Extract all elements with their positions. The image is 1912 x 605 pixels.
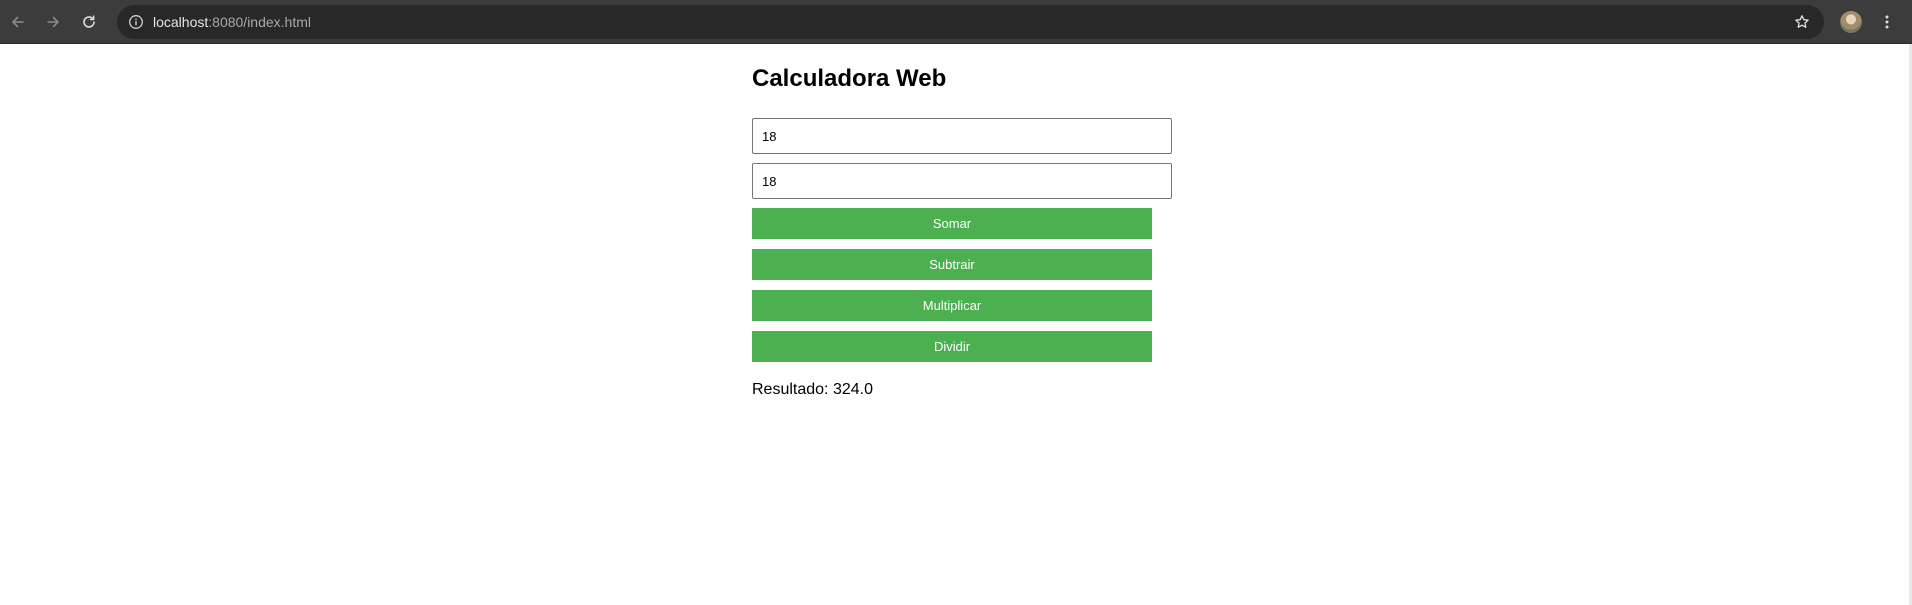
number-input-1[interactable] — [752, 118, 1172, 154]
url-text[interactable]: localhost:8080/index.html — [153, 5, 311, 39]
multiply-button[interactable]: Multiplicar — [752, 290, 1152, 321]
add-button[interactable]: Somar — [752, 208, 1152, 239]
subtract-button[interactable]: Subtrair — [752, 249, 1152, 280]
bookmark-button[interactable] — [1792, 12, 1812, 32]
forward-button[interactable] — [40, 9, 66, 35]
number-input-2[interactable] — [752, 163, 1172, 199]
arrow-left-icon — [12, 16, 24, 28]
browser-menu-button[interactable] — [1875, 9, 1899, 35]
arrow-right-icon — [47, 16, 59, 28]
reload-icon — [83, 15, 95, 28]
back-button[interactable] — [5, 9, 31, 35]
reload-button[interactable] — [76, 9, 102, 35]
browser-toolbar: localhost:8080/index.html — [0, 0, 1912, 44]
info-icon — [129, 15, 143, 29]
page-title: Calculadora Web — [752, 65, 947, 92]
address-bar[interactable]: localhost:8080/index.html — [117, 5, 1824, 39]
kebab-menu-icon — [1885, 15, 1889, 29]
profile-avatar[interactable] — [1840, 11, 1862, 33]
url-path: :8080/index.html — [208, 14, 311, 30]
star-icon — [1795, 15, 1809, 28]
url-host: localhost — [153, 14, 209, 30]
site-info-button[interactable] — [126, 12, 146, 32]
result-text: Resultado: 324.0 — [752, 381, 873, 398]
divide-button[interactable]: Dividir — [752, 331, 1152, 362]
